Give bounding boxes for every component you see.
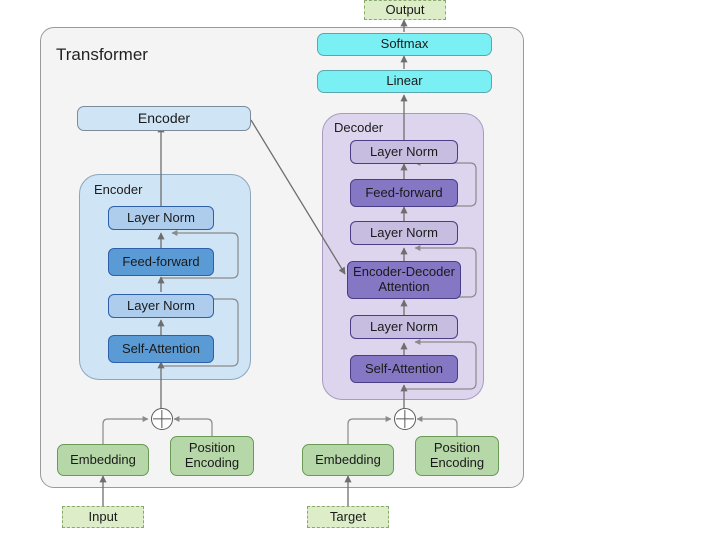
decoder-layer-norm-3: Layer Norm [350, 140, 458, 164]
source-embedding-block: Embedding [57, 444, 149, 476]
target-position-encoding-block: Position Encoding [415, 436, 499, 476]
encoder-self-attention: Self-Attention [108, 335, 214, 363]
decoder-feed-forward: Feed-forward [350, 179, 458, 207]
transformer-diagram: Transformer Encoder Decoder Output Softm… [0, 0, 720, 535]
decoder-layer-norm-2: Layer Norm [350, 221, 458, 245]
decoder-encoder-decoder-attention: Encoder-Decoder Attention [347, 261, 461, 299]
encoder-summary-block: Encoder [77, 106, 251, 131]
encoder-group-label: Encoder [94, 182, 143, 197]
linear-block: Linear [317, 70, 492, 93]
encoder-layer-norm-1: Layer Norm [108, 294, 214, 318]
source-position-encoding-block: Position Encoding [170, 436, 254, 476]
output-node: Output [364, 0, 446, 20]
softmax-block: Softmax [317, 33, 492, 56]
target-node: Target [307, 506, 389, 528]
source-add-icon [151, 408, 173, 430]
encoder-feed-forward: Feed-forward [108, 248, 214, 276]
encoder-layer-norm-2: Layer Norm [108, 206, 214, 230]
input-node: Input [62, 506, 144, 528]
target-embedding-block: Embedding [302, 444, 394, 476]
target-add-icon [394, 408, 416, 430]
decoder-self-attention: Self-Attention [350, 355, 458, 383]
decoder-group-label: Decoder [334, 120, 384, 135]
decoder-layer-norm-1: Layer Norm [350, 315, 458, 339]
transformer-title: Transformer [56, 45, 148, 64]
